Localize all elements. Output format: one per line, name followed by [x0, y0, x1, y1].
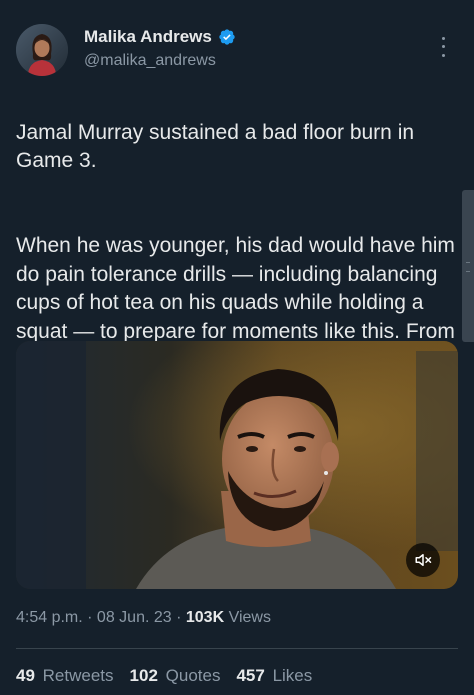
scrollbar[interactable] — [462, 190, 474, 342]
quotes-label: Quotes — [165, 666, 221, 685]
retweets-count: 49 — [16, 666, 35, 685]
tweet-detail-page: Malika Andrews @malika_andrews Jamal Mur… — [0, 0, 474, 695]
likes-stat[interactable]: 457 Likes — [236, 666, 312, 686]
author-display-name[interactable]: Malika Andrews — [84, 27, 212, 47]
author-name-row: Malika Andrews — [84, 27, 236, 47]
views-count: 103K — [185, 609, 225, 626]
likes-count: 457 — [236, 666, 265, 685]
meta-separator: · — [171, 609, 186, 626]
tweet-date[interactable]: 08 Jun. 23 — [97, 609, 172, 626]
video-frame — [16, 341, 458, 589]
quotes-count: 102 — [129, 666, 158, 685]
tweet-metadata: 4:54 p.m. · 08 Jun. 23 · 103K Views — [16, 609, 271, 627]
views-label: Views — [228, 609, 271, 626]
engagement-stats: 49 Retweets 102 Quotes 457 Likes — [16, 666, 312, 686]
meta-separator: · — [82, 609, 97, 626]
quotes-stat[interactable]: 102 Quotes — [130, 666, 221, 686]
video-player[interactable] — [16, 341, 458, 589]
verified-badge-icon — [218, 28, 236, 46]
scrollbar-grip-icon — [466, 262, 470, 272]
retweets-label: Retweets — [42, 666, 114, 685]
tweet-time[interactable]: 4:54 p.m. — [16, 609, 83, 626]
tweet-paragraph: Jamal Murray sustained a bad floor burn … — [16, 120, 415, 173]
tweet-header: Malika Andrews @malika_andrews — [16, 22, 458, 78]
speaker-muted-icon — [415, 554, 432, 566]
more-options-icon[interactable] — [434, 34, 452, 60]
divider — [16, 648, 458, 649]
retweets-stat[interactable]: 49 Retweets — [16, 666, 114, 686]
avatar[interactable] — [16, 24, 68, 76]
likes-label: Likes — [272, 666, 313, 685]
avatar-image — [16, 24, 68, 76]
mute-toggle-button[interactable] — [406, 543, 440, 577]
author-handle[interactable]: @malika_andrews — [84, 52, 216, 70]
